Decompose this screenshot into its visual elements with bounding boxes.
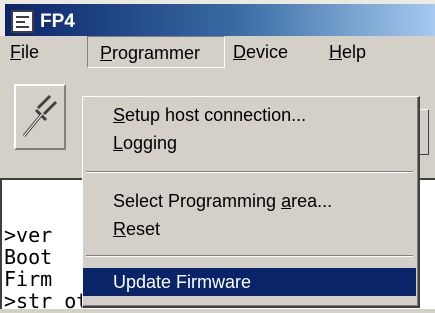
menu-item-text: Update Firmware	[113, 272, 252, 292]
console-line: >ver	[4, 223, 53, 247]
menu-device-label: evice	[246, 42, 289, 62]
window-title: FP4	[40, 11, 75, 32]
app-icon[interactable]	[11, 10, 34, 33]
console-line: Firm	[4, 267, 53, 291]
menu-file-mnemonic: F	[10, 42, 21, 62]
menu-file[interactable]: File	[10, 36, 39, 68]
menu-file-label: ile	[21, 42, 40, 62]
menu-item-reset[interactable]: Reset	[83, 215, 416, 243]
menu-separator	[86, 255, 413, 257]
menu-item-mnemonic: R	[113, 219, 126, 239]
console-line: Boot	[4, 245, 53, 269]
menu-separator	[86, 171, 413, 173]
menu-device[interactable]: Device	[233, 36, 288, 68]
menu-item-logging[interactable]: Logging	[83, 129, 416, 157]
menu-item-text-post: etup host connection...	[125, 105, 307, 125]
programmer-dropdown-menu: Setup host connection... Logging Select …	[82, 96, 420, 308]
menu-item-mnemonic: a	[281, 191, 292, 211]
menu-item-text-pre: Select Programming	[113, 191, 282, 211]
menu-bar: File Programmer Device Help	[0, 36, 435, 68]
menu-help-label: elp	[342, 42, 367, 62]
menu-device-mnemonic: D	[233, 42, 246, 62]
title-bar[interactable]: FP4	[0, 0, 435, 36]
menu-programmer[interactable]: Programmer	[87, 36, 225, 68]
menu-programmer-label: rogrammer	[112, 43, 201, 63]
menu-item-mnemonic: L	[113, 133, 124, 153]
menu-help-mnemonic: H	[329, 42, 342, 62]
menu-item-text-post: eset	[126, 219, 161, 239]
menu-item-text-post: ogging	[123, 133, 178, 153]
connect-plug-icon	[22, 94, 58, 137]
connect-button[interactable]	[14, 84, 66, 150]
menu-item-mnemonic: S	[113, 105, 126, 125]
menu-item-text-post: rea...	[291, 191, 333, 211]
menu-item-update-firmware[interactable]: Update Firmware	[83, 268, 416, 296]
menu-item-select-programming-area[interactable]: Select Programming area...	[83, 187, 416, 215]
menu-help[interactable]: Help	[329, 36, 366, 68]
menu-programmer-mnemonic: P	[100, 43, 113, 63]
menu-item-setup-host-connection[interactable]: Setup host connection...	[83, 101, 416, 129]
